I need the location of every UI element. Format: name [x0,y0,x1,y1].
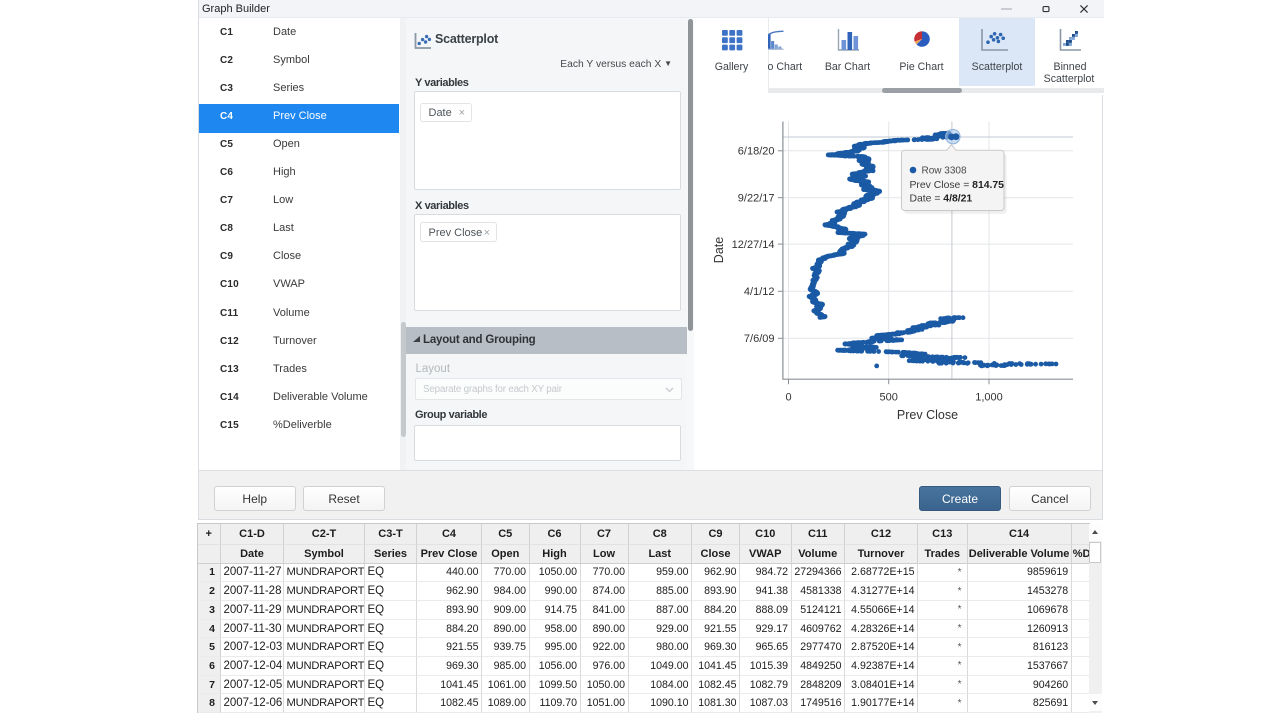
svg-text:6/18/20: 6/18/20 [738,146,775,158]
svg-text:0: 0 [785,392,791,404]
svg-text:Date: Date [712,237,726,263]
svg-text:Date = 4/8/21: Date = 4/8/21 [910,194,973,205]
svg-text:Prev Close = 814.75: Prev Close = 814.75 [910,180,1005,191]
svg-text:1,000: 1,000 [975,392,1003,404]
svg-text:7/6/09: 7/6/09 [744,333,775,345]
svg-text:Row 3308: Row 3308 [922,166,967,177]
svg-text:9/22/17: 9/22/17 [738,193,775,205]
svg-text:Prev Close: Prev Close [897,408,958,422]
svg-text:4/1/12: 4/1/12 [744,286,775,298]
svg-text:12/27/14: 12/27/14 [732,239,775,251]
svg-text:500: 500 [880,392,898,404]
